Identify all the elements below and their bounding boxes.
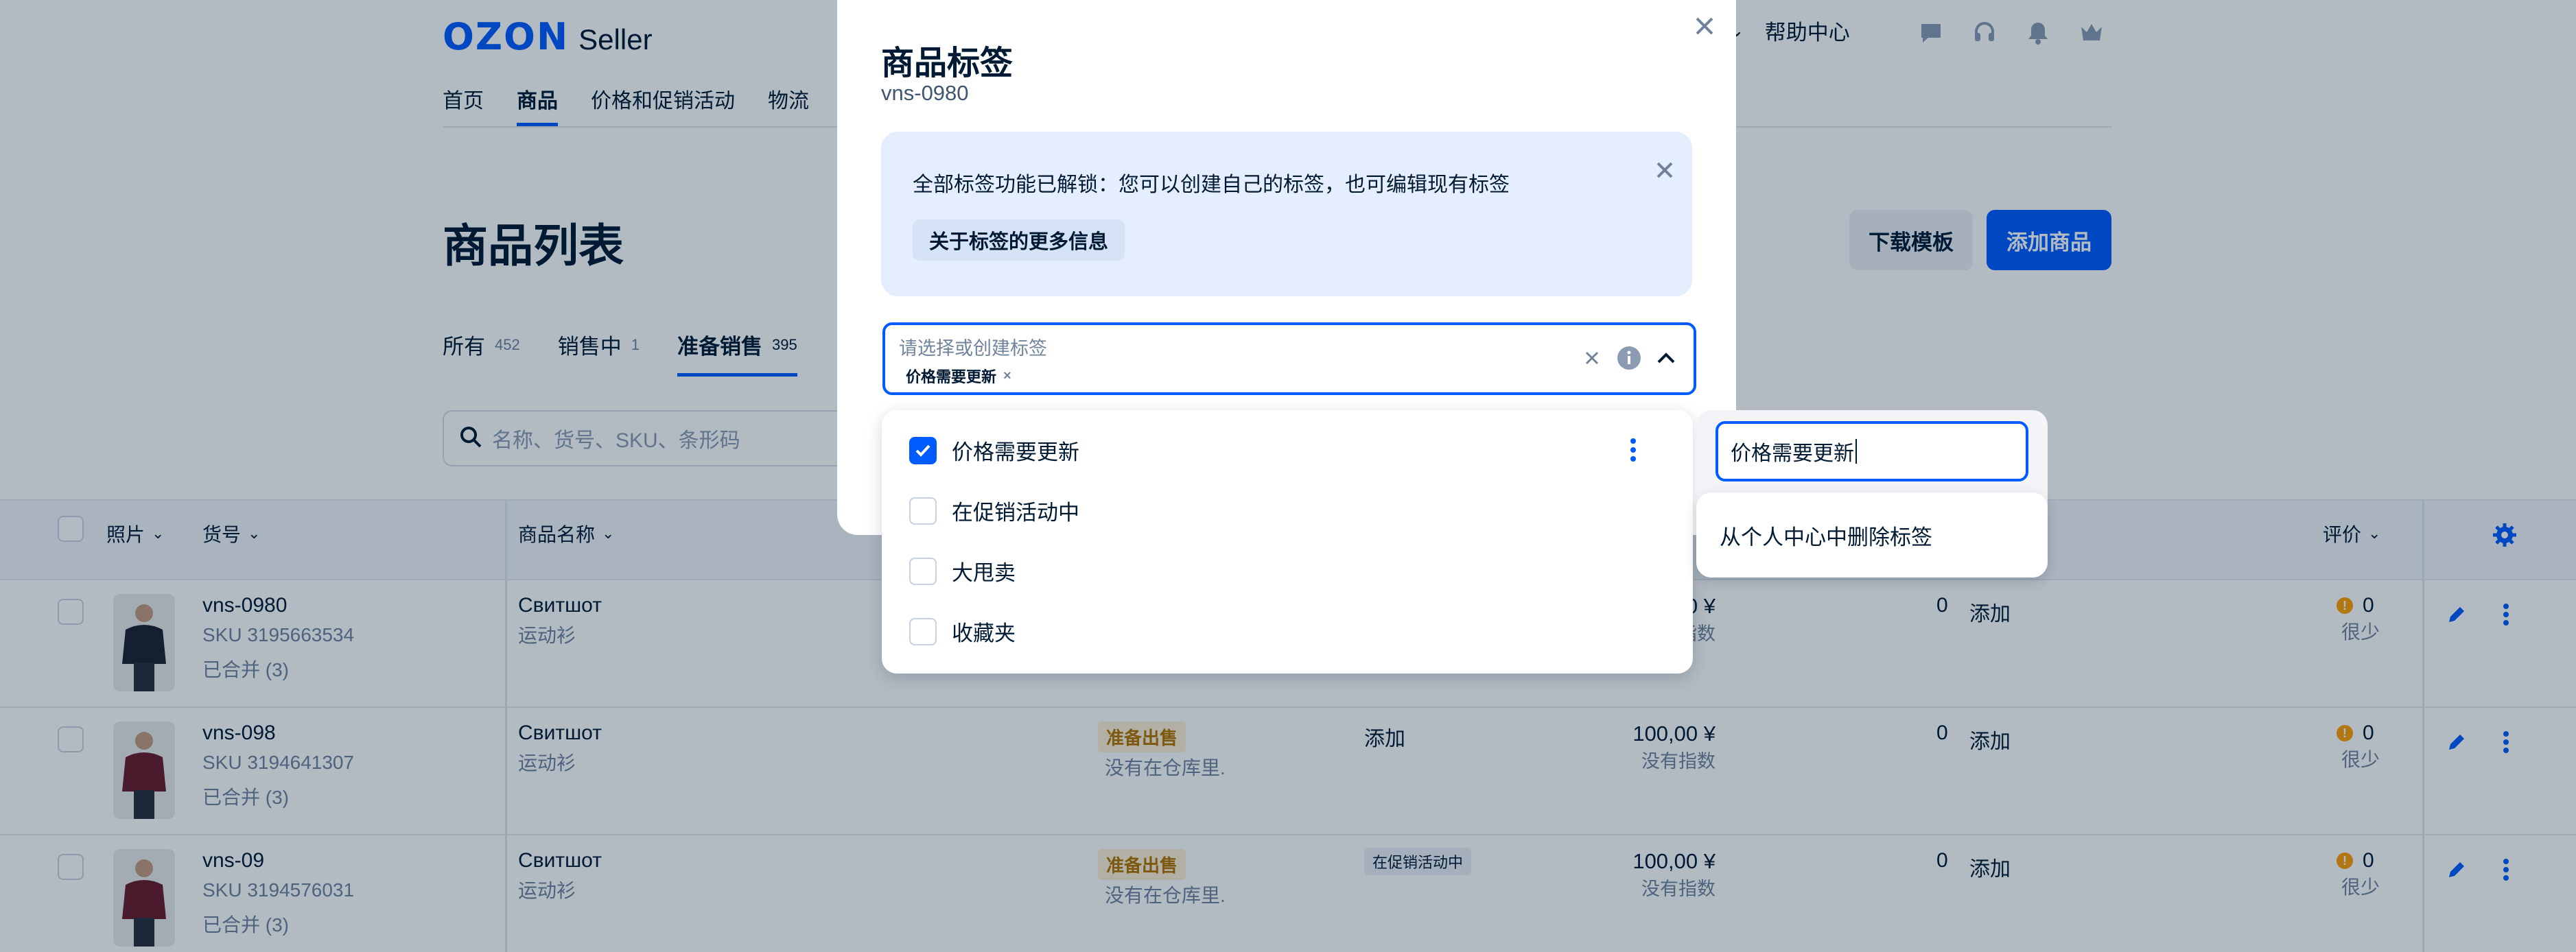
tag-option[interactable]: 收藏夹 [909, 616, 1016, 647]
checkbox[interactable] [909, 617, 937, 645]
close-icon[interactable] [1691, 12, 1718, 40]
more-vertical-icon[interactable] [1623, 435, 1643, 465]
checkbox[interactable] [909, 557, 937, 585]
remove-chip-icon[interactable]: × [1003, 368, 1011, 384]
info-text: 全部标签功能已解锁：您可以创建自己的标签，也可编辑现有标签 [913, 174, 1510, 196]
tag-options-dropdown: 价格需要更新 在促销活动中 大甩卖 收藏夹 [882, 410, 1693, 674]
tag-name-value: 价格需要更新 [1731, 442, 1854, 465]
checkbox-checked[interactable] [909, 436, 937, 464]
text-caret [1855, 439, 1857, 464]
tag-option[interactable]: 大甩卖 [909, 556, 1016, 586]
tag-option-label: 大甩卖 [952, 561, 1016, 585]
tag-select: 请选择或创建标签 价格需要更新 × [873, 313, 1706, 405]
selected-tag-chip[interactable]: 价格需要更新 × [906, 365, 1011, 387]
tag-option-label: 在促销活动中 [952, 501, 1079, 525]
tag-option-label: 收藏夹 [952, 621, 1016, 645]
clear-icon[interactable] [1578, 344, 1606, 372]
edit-tag-popover: 价格需要更新 从个人中心中删除标签 [1696, 410, 2048, 578]
modal-title: 商品标签 [881, 45, 1014, 82]
learn-more-button[interactable]: 关于标签的更多信息 [913, 219, 1125, 261]
tag-select-placeholder: 请选择或创建标签 [899, 338, 1047, 359]
modal-subtitle: vns-0980 [881, 81, 969, 105]
delete-tag-menu-item[interactable]: 从个人中心中删除标签 [1696, 492, 2048, 578]
tag-option-label: 价格需要更新 [952, 440, 1079, 464]
info-banner: 全部标签功能已解锁：您可以创建自己的标签，也可编辑现有标签 关于标签的更多信息 [881, 132, 1692, 296]
close-icon[interactable] [1651, 156, 1678, 184]
tag-name-input[interactable]: 价格需要更新 [1716, 421, 2028, 481]
tag-option[interactable]: 在促销活动中 [909, 495, 1079, 526]
select-controls [1569, 344, 1680, 372]
tag-option[interactable]: 价格需要更新 [909, 435, 1079, 466]
tag-select-input[interactable]: 请选择或创建标签 价格需要更新 × [882, 322, 1696, 395]
chevron-up-icon[interactable] [1652, 344, 1680, 372]
checkbox[interactable] [909, 497, 937, 525]
info-icon[interactable] [1615, 344, 1643, 372]
chip-label: 价格需要更新 [906, 368, 997, 385]
